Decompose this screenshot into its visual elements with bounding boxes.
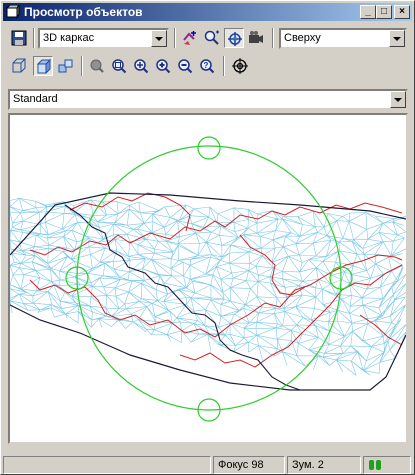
orbit-handle-top[interactable]: [197, 136, 221, 160]
zoom-out-button[interactable]: [175, 56, 195, 76]
view-direction-value: Сверху: [284, 32, 321, 44]
zoom-extents-button[interactable]: [202, 28, 222, 48]
orbit-button[interactable]: [224, 28, 244, 48]
view-mode-value: 3D каркас: [43, 32, 95, 44]
zoom-status: Зум. 2: [287, 456, 361, 474]
toolbar-separator: [33, 28, 35, 48]
indicator-pane: [363, 456, 411, 474]
shaded-box-button[interactable]: [33, 56, 53, 76]
close-button[interactable]: ×: [394, 5, 410, 19]
orbit-gizmo[interactable]: [65, 136, 353, 422]
shaded-box-icon: [36, 59, 52, 75]
zoom-all-button[interactable]: [131, 56, 151, 76]
camera-icon: [249, 31, 263, 43]
toolbar-separator: [174, 28, 176, 48]
window-title: Просмотр объектов: [24, 5, 143, 19]
zoom-all-icon: [134, 59, 149, 74]
pick-objects-button[interactable]: [180, 28, 200, 48]
target-icon: [232, 58, 248, 74]
pick-objects-icon: [183, 31, 196, 45]
object-viewer-window: Просмотр объектов _ □ × 3D каркас Сверху…: [0, 0, 415, 475]
view-mode-select[interactable]: 3D каркас: [38, 28, 169, 49]
zoom-window-icon: [112, 59, 127, 74]
toolbar-view: ?: [3, 55, 412, 79]
zoom-in-icon: [156, 59, 171, 74]
box-view-button[interactable]: [9, 56, 29, 76]
minimize-button[interactable]: _: [360, 5, 376, 19]
style-value: Standard: [13, 93, 58, 105]
pan-icon: [90, 59, 104, 73]
toolbar-separator: [223, 56, 225, 76]
toolbar-separator: [272, 28, 274, 48]
style-select[interactable]: Standard: [8, 89, 408, 110]
camera-button[interactable]: [246, 28, 266, 48]
swivel-icon: [58, 59, 73, 73]
zoom-realtime-icon: ?: [200, 59, 215, 74]
chevron-down-icon[interactable]: [151, 30, 167, 47]
title-bar[interactable]: Просмотр объектов _ □ ×: [3, 3, 412, 21]
chevron-down-icon[interactable]: [390, 91, 406, 108]
zoom-in-button[interactable]: [153, 56, 173, 76]
box-view-icon: [12, 58, 26, 73]
3d-viewport[interactable]: [8, 113, 408, 444]
contour-line: [179, 264, 403, 368]
zoom-out-icon: [178, 59, 193, 74]
status-pane-empty: [3, 456, 211, 474]
orbit-icon: [228, 32, 242, 46]
status-indicator-icon: [369, 460, 381, 470]
toolbar-main: 3D каркас Сверху: [3, 27, 412, 51]
app-icon: [6, 5, 20, 19]
zoom-window-button[interactable]: [109, 56, 129, 76]
focus-status: Фокус 98: [213, 456, 285, 474]
swivel-button[interactable]: [56, 56, 76, 76]
view-direction-select[interactable]: Сверху: [279, 28, 407, 49]
svg-text:?: ?: [204, 61, 209, 70]
maximize-button[interactable]: □: [376, 5, 392, 19]
zoom-extents-icon: [204, 30, 219, 45]
toolbar-separator: [81, 56, 83, 76]
pan-button[interactable]: [87, 56, 107, 76]
chevron-down-icon[interactable]: [389, 30, 405, 47]
save-icon: [11, 30, 27, 46]
zoom-realtime-button[interactable]: ?: [197, 56, 217, 76]
save-button[interactable]: [9, 28, 29, 48]
terrain-wireframe[interactable]: [10, 115, 406, 442]
status-bar: Фокус 98 Зум. 2: [3, 456, 412, 474]
target-button[interactable]: [230, 56, 250, 76]
